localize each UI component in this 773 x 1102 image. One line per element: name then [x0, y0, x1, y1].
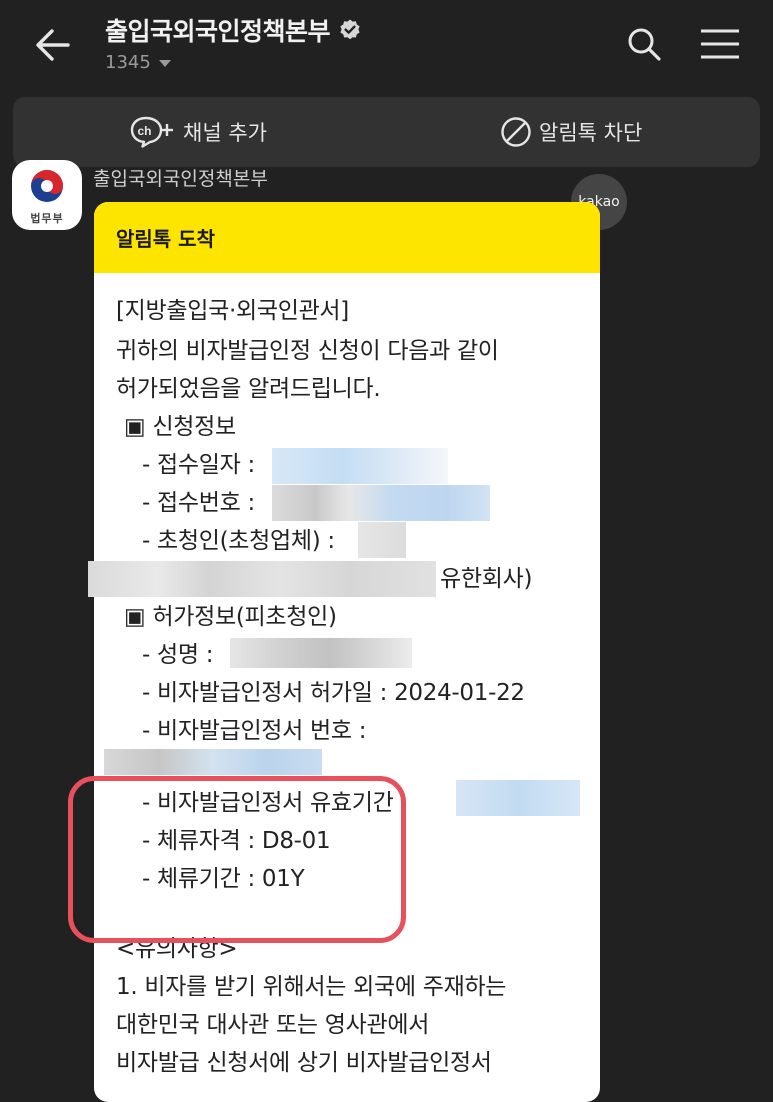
channel-title-row: 출입국외국인정책본부 — [105, 12, 362, 48]
message-header: 알림톡 도착 — [94, 202, 600, 273]
block-icon — [501, 117, 531, 147]
redacted-validity-period — [456, 780, 580, 816]
channel-plus-icon: ch — [130, 116, 173, 148]
back-arrow-icon[interactable] — [30, 22, 76, 68]
redacted-inviter — [358, 522, 406, 558]
block-alimtalk-button[interactable]: 알림톡 차단 — [499, 97, 642, 167]
redacted-applicant-name — [230, 638, 412, 668]
add-channel-label: 채널 추가 — [183, 121, 267, 145]
sender-name: 출입국외국인정책본부 — [93, 168, 268, 190]
add-channel-button[interactable]: ch 채널 추가 — [129, 97, 267, 167]
redacted-company — [88, 561, 436, 597]
block-alimtalk-label: 알림톡 차단 — [539, 121, 643, 145]
certificate-number-line: - 비자발급인정서 번호 : — [142, 718, 367, 744]
office-line: [지방출입국·외국인관서] — [116, 298, 349, 324]
section-apply-info: ▣ 신청정보 — [124, 414, 236, 440]
search-icon[interactable] — [624, 24, 664, 64]
redacted-certificate-number — [104, 749, 322, 775]
svg-text:ch: ch — [138, 124, 152, 138]
avatar-label: 법무부 — [30, 212, 64, 225]
notice-line-2: 대한민국 대사관 또는 영사관에서 — [116, 1012, 430, 1038]
taegeuk-logo-icon — [31, 170, 63, 202]
inviter-line: - 초청인(초청업체) : — [142, 528, 335, 554]
intro-line-2: 허가되었음을 알려드립니다. — [116, 376, 381, 402]
caret-down-icon — [158, 60, 171, 67]
redacted-receipt-date — [272, 448, 448, 484]
company-suffix-line: 유한회사) — [440, 566, 533, 592]
permit-date-line: - 비자발급인정서 허가일 : 2024-01-22 — [142, 680, 525, 706]
channel-title: 출입국외국인정책본부 — [105, 17, 331, 46]
subscriber-count[interactable]: 1345 — [105, 52, 171, 73]
highlight-annotation-box — [68, 776, 406, 943]
hamburger-menu-icon[interactable] — [698, 26, 742, 62]
verified-badge-icon — [340, 19, 360, 40]
channel-action-bar: ch 채널 추가 알림톡 차단 — [13, 97, 760, 167]
intro-line-1: 귀하의 비자발급인정 신청이 다음과 같이 — [116, 338, 499, 364]
notice-line-1: 1. 비자를 받기 위해서는 외국에 주재하는 — [116, 974, 507, 1000]
sender-avatar[interactable]: 법무부 — [12, 160, 82, 230]
receipt-date-line: - 접수일자 : — [142, 452, 255, 478]
subscriber-count-value: 1345 — [105, 52, 151, 73]
receipt-number-line: - 접수번호 : — [142, 490, 255, 516]
applicant-name-line: - 성명 : — [142, 642, 214, 668]
section-permit-info: ▣ 허가정보(피초청인) — [124, 604, 337, 630]
redacted-receipt-number — [272, 485, 490, 521]
